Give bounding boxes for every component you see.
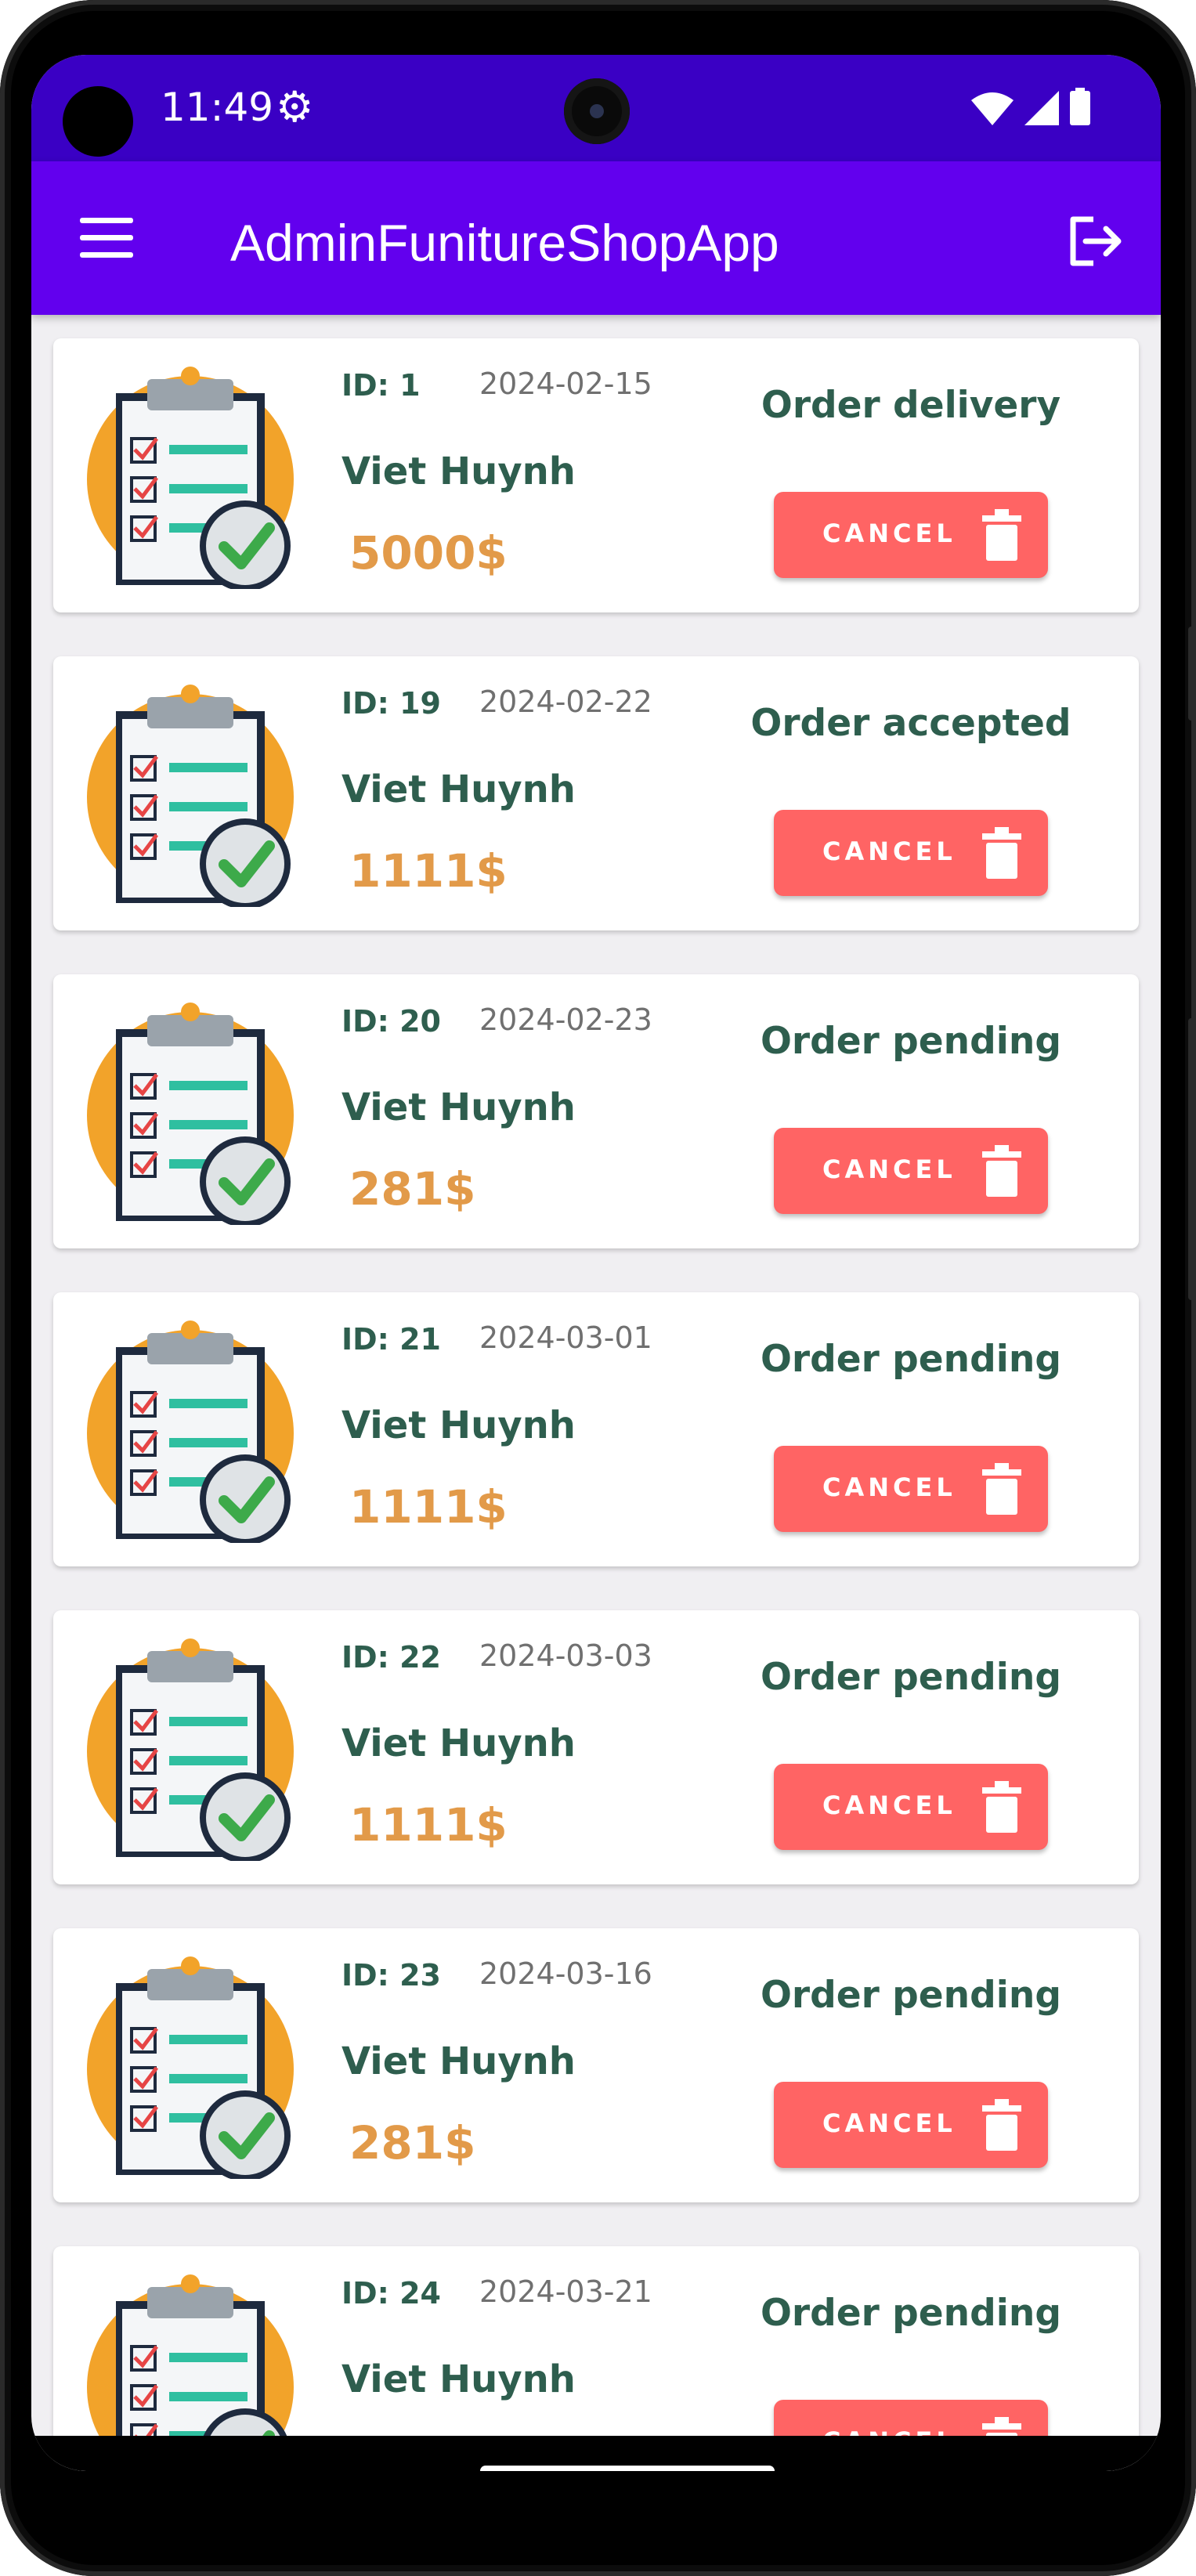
clipboard-check-icon xyxy=(87,1638,294,1861)
wifi-icon xyxy=(971,92,1014,125)
customer-name: Viet Huynh xyxy=(341,2357,576,2401)
cancel-button[interactable]: CANCEL xyxy=(774,1446,1048,1532)
clipboard-check-icon xyxy=(87,1956,294,2179)
order-status: Order pending xyxy=(760,1656,1062,1699)
order-status: Order pending xyxy=(760,1338,1062,1381)
trash-icon xyxy=(982,1145,1021,1197)
notification-dot xyxy=(63,86,133,157)
home-gesture-handle[interactable] xyxy=(480,2466,775,2471)
customer-name: Viet Huynh xyxy=(341,1086,576,1129)
app-bar: AdminFunitureShopApp xyxy=(31,161,1161,315)
order-id: ID: 1 xyxy=(341,368,421,403)
camera-cutout xyxy=(564,78,630,144)
order-price: 1111$ xyxy=(349,844,508,898)
order-price: 281$ xyxy=(349,1162,476,1216)
trash-icon xyxy=(982,509,1021,561)
power-button xyxy=(1188,1018,1196,1300)
cancel-label: CANCEL xyxy=(822,518,956,548)
customer-name: Viet Huynh xyxy=(341,450,576,493)
order-date: 2024-03-03 xyxy=(479,1638,652,1673)
app-title: AdminFunitureShopApp xyxy=(230,214,779,272)
order-id: ID: 19 xyxy=(341,686,441,721)
order-status: Order delivery xyxy=(761,384,1061,427)
cancel-button[interactable]: CANCEL xyxy=(774,1128,1048,1214)
customer-name: Viet Huynh xyxy=(341,1404,576,1447)
clipboard-check-icon xyxy=(87,367,294,589)
logout-icon xyxy=(1070,216,1122,266)
order-id: ID: 20 xyxy=(341,1004,441,1039)
order-date: 2024-02-15 xyxy=(479,367,652,401)
logout-button[interactable] xyxy=(1062,210,1125,273)
signal-icon xyxy=(1024,91,1059,125)
cancel-label: CANCEL xyxy=(822,2108,956,2138)
order-date: 2024-02-22 xyxy=(479,685,652,719)
customer-name: Viet Huynh xyxy=(341,768,576,811)
order-id: ID: 21 xyxy=(341,1322,441,1357)
cancel-button[interactable]: CANCEL xyxy=(774,2082,1048,2168)
phone-frame: 11:49 ⚙ AdminFunitureShopApp ID: 1 2024-… xyxy=(0,0,1196,2576)
order-status: Order pending xyxy=(760,1974,1062,2017)
order-card[interactable]: ID: 19 2024-02-22 Viet Huynh 1111$ Order… xyxy=(53,656,1139,930)
order-price: 281$ xyxy=(349,2116,476,2170)
cancel-button[interactable]: CANCEL xyxy=(774,1764,1048,1850)
trash-icon xyxy=(982,1463,1021,1515)
order-card[interactable]: ID: 23 2024-03-16 Viet Huynh 281$ Order … xyxy=(53,1928,1139,2202)
screen: 11:49 ⚙ AdminFunitureShopApp ID: 1 2024-… xyxy=(31,55,1161,2471)
order-card[interactable]: ID: 21 2024-03-01 Viet Huynh 1111$ Order… xyxy=(53,1292,1139,1566)
order-card[interactable]: ID: 20 2024-02-23 Viet Huynh 281$ Order … xyxy=(53,974,1139,1248)
order-price: 5000$ xyxy=(349,526,508,580)
status-icons xyxy=(971,88,1090,125)
battery-icon xyxy=(1070,88,1090,125)
order-date: 2024-03-16 xyxy=(479,1956,652,1991)
clipboard-check-icon xyxy=(87,1321,294,1543)
clipboard-check-icon xyxy=(87,1003,294,1225)
cancel-button[interactable]: CANCEL xyxy=(774,810,1048,896)
cancel-label: CANCEL xyxy=(822,836,956,866)
order-card[interactable]: ID: 1 2024-02-15 Viet Huynh 5000$ Order … xyxy=(53,338,1139,612)
order-status: Order pending xyxy=(760,2292,1062,2335)
order-price: 1111$ xyxy=(349,1480,508,1534)
gear-icon: ⚙ xyxy=(276,82,314,132)
trash-icon xyxy=(982,2099,1021,2151)
order-id: ID: 22 xyxy=(341,1640,441,1675)
order-status: Order accepted xyxy=(750,702,1071,745)
order-id: ID: 23 xyxy=(341,1958,441,1993)
clipboard-check-icon xyxy=(87,685,294,907)
menu-button[interactable] xyxy=(78,210,135,266)
cancel-button[interactable]: CANCEL xyxy=(774,492,1048,578)
customer-name: Viet Huynh xyxy=(341,2039,576,2083)
cancel-label: CANCEL xyxy=(822,1472,956,1502)
trash-icon xyxy=(982,1781,1021,1833)
cancel-label: CANCEL xyxy=(822,1790,956,1820)
order-date: 2024-02-23 xyxy=(479,1003,652,1037)
order-price: 1111$ xyxy=(349,1798,508,1852)
trash-icon xyxy=(982,827,1021,879)
order-id: ID: 24 xyxy=(341,2276,441,2310)
customer-name: Viet Huynh xyxy=(341,1722,576,1765)
order-status: Order pending xyxy=(760,1020,1062,1063)
order-card[interactable]: ID: 22 2024-03-03 Viet Huynh 1111$ Order… xyxy=(53,1610,1139,1884)
volume-button xyxy=(1188,627,1196,721)
order-date: 2024-03-01 xyxy=(479,1321,652,1355)
status-time: 11:49 xyxy=(161,85,274,130)
status-bar: 11:49 ⚙ xyxy=(31,55,1161,161)
cancel-label: CANCEL xyxy=(822,1154,956,1184)
order-date: 2024-03-21 xyxy=(479,2274,652,2309)
